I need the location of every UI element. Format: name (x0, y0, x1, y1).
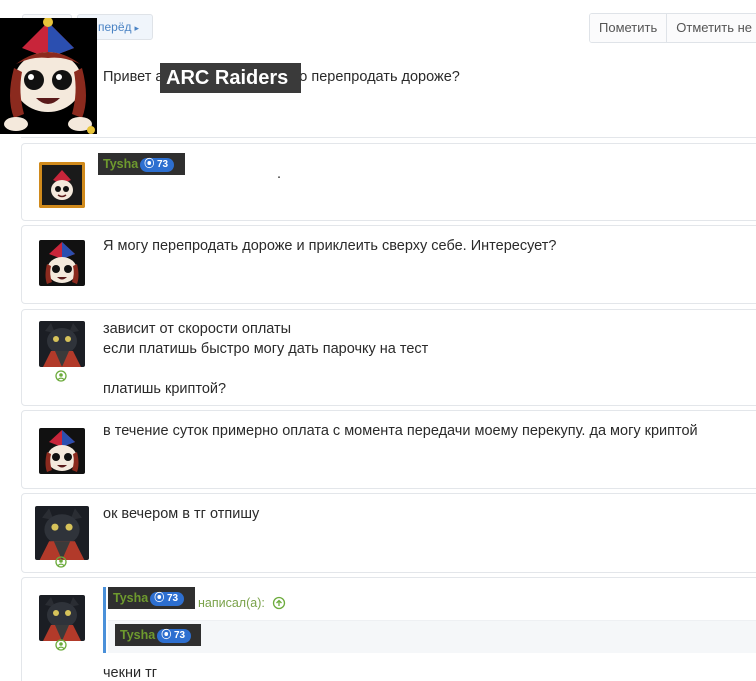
avatar[interactable] (39, 321, 85, 367)
username-tag[interactable]: Tysha ⦿ 73 (98, 153, 185, 175)
reputation-badge: ⦿ 73 (157, 629, 192, 643)
message-text: чекни тг (103, 665, 158, 681)
message-item: зависит от скорости оплаты если платишь … (21, 309, 756, 406)
reputation-count: 73 (166, 593, 179, 604)
username: Tysha (103, 157, 139, 171)
username: Tysha (120, 628, 156, 642)
quote-inner-author-tag[interactable]: Tysha ⦿ 73 (115, 624, 201, 646)
avatar[interactable] (39, 240, 85, 286)
username: Tysha (113, 591, 149, 605)
message-text: . (277, 166, 282, 182)
message-text: ок вечером в тг отпишу (103, 506, 260, 522)
arc-raiders-label: ARC Raiders (160, 63, 301, 93)
quote-body (108, 620, 756, 653)
mark-button[interactable]: Пометить (590, 14, 667, 42)
quote-accent-bar (103, 587, 106, 653)
message-text-line: зависит от скорости оплаты (103, 321, 292, 337)
chevron-right-icon: ▸ (134, 23, 140, 33)
avatar[interactable] (39, 162, 85, 208)
user-status-icon (55, 556, 67, 568)
message-item: ок вечером в тг отпишу (21, 493, 756, 573)
user-status-icon (55, 370, 67, 382)
reputation-count: 73 (173, 630, 186, 641)
next-button-label: перёд (98, 20, 132, 34)
avatar[interactable] (0, 18, 97, 134)
message-item: в течение суток примерно оплата с момент… (21, 410, 756, 489)
message-text-line: платишь криптой? (103, 381, 227, 397)
reputation-badge: ⦿ 73 (150, 592, 185, 606)
user-status-icon (55, 639, 67, 651)
message-text: Я могу перепродать дороже и приклеить св… (103, 238, 557, 254)
quote-wrote-label: написал(а): (198, 596, 265, 610)
quote-author-tag[interactable]: Tysha ⦿ 73 (108, 587, 195, 609)
mark-unread-button[interactable]: Отметить не (666, 14, 756, 42)
reputation-badge: ⦿ 73 (140, 158, 175, 172)
avatar[interactable] (39, 595, 85, 641)
divider (21, 137, 756, 138)
action-button-group: Пометить Отметить не (589, 13, 756, 43)
message-text-line: если платишь быстро могу дать парочку на… (103, 341, 429, 357)
arrow-up-icon[interactable] (272, 596, 286, 610)
message-item: Я могу перепродать дороже и приклеить св… (21, 225, 756, 304)
avatar[interactable] (39, 428, 85, 474)
avatar[interactable] (35, 506, 89, 560)
reputation-count: 73 (156, 159, 169, 170)
message-text: в течение суток примерно оплата с момент… (103, 423, 698, 439)
conversation-toolbar: перёд ▸ Пометить Отметить не (0, 0, 756, 47)
